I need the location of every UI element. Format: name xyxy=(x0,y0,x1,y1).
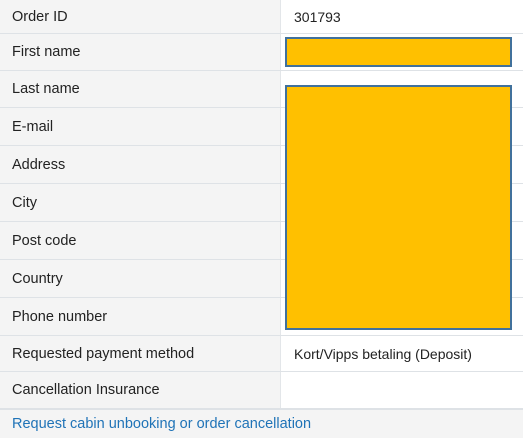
label-email: E-mail xyxy=(12,118,54,135)
label-cell: Cancellation Insurance xyxy=(0,372,281,408)
row-payment-method: Requested payment method Kort/Vipps beta… xyxy=(0,336,523,372)
label-cell: Country xyxy=(0,260,281,297)
label-cell: Requested payment method xyxy=(0,336,281,371)
label-cell: Post code xyxy=(0,222,281,259)
label-address: Address xyxy=(12,156,66,173)
label-cell: Address xyxy=(0,146,281,183)
label-first-name: First name xyxy=(12,44,81,60)
label-order-id: Order ID xyxy=(12,8,68,25)
label-cancellation-insurance: Cancellation Insurance xyxy=(12,382,160,398)
cancel-order-link[interactable]: Request cabin unbooking or order cancell… xyxy=(12,416,311,432)
label-city: City xyxy=(12,194,37,211)
row-order-id: Order ID 301793 xyxy=(0,0,523,34)
label-cell: First name xyxy=(0,34,281,70)
redacted-contact-details xyxy=(285,85,512,330)
value-order-id: 301793 xyxy=(294,8,341,25)
label-cell: Order ID xyxy=(0,0,281,33)
footer-row: Request cabin unbooking or order cancell… xyxy=(0,409,523,438)
label-cell: E-mail xyxy=(0,108,281,145)
label-phone-number: Phone number xyxy=(12,308,108,325)
label-last-name: Last name xyxy=(12,81,80,97)
order-details-table: Order ID 301793 First name Last name E-m… xyxy=(0,0,523,438)
label-post-code: Post code xyxy=(12,232,77,249)
label-payment-method: Requested payment method xyxy=(12,345,195,362)
value-payment-method: Kort/Vipps betaling (Deposit) xyxy=(294,345,472,362)
row-cancellation-insurance: Cancellation Insurance xyxy=(0,372,523,409)
label-country: Country xyxy=(12,270,63,287)
label-cell: City xyxy=(0,184,281,221)
label-cell: Last name xyxy=(0,71,281,107)
label-cell: Phone number xyxy=(0,298,281,335)
redacted-first-name xyxy=(285,37,512,67)
